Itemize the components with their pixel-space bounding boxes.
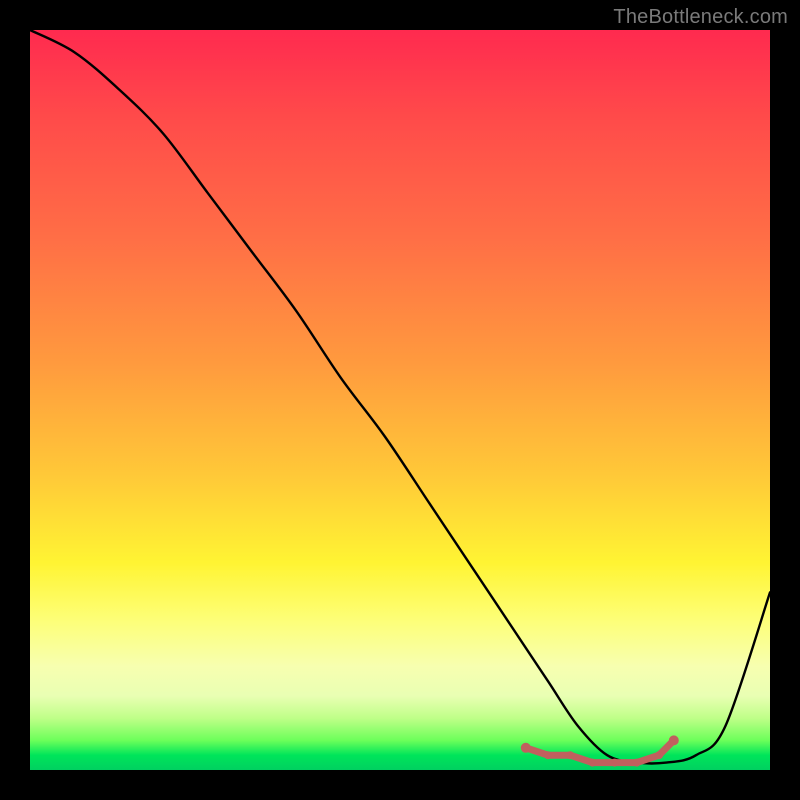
- highlight-dot: [611, 759, 619, 767]
- chart-frame: TheBottleneck.com: [0, 0, 800, 800]
- plot-area: [30, 30, 770, 770]
- highlight-dot: [633, 759, 641, 767]
- highlight-dot: [669, 735, 679, 745]
- highlight-dot: [566, 751, 574, 759]
- highlight-dot: [588, 759, 596, 767]
- highlight-dot: [655, 751, 663, 759]
- bottleneck-curve: [30, 30, 770, 764]
- chart-svg: [30, 30, 770, 770]
- watermark-text: TheBottleneck.com: [613, 6, 788, 29]
- highlight-dot: [544, 751, 552, 759]
- highlight-dot: [521, 743, 531, 753]
